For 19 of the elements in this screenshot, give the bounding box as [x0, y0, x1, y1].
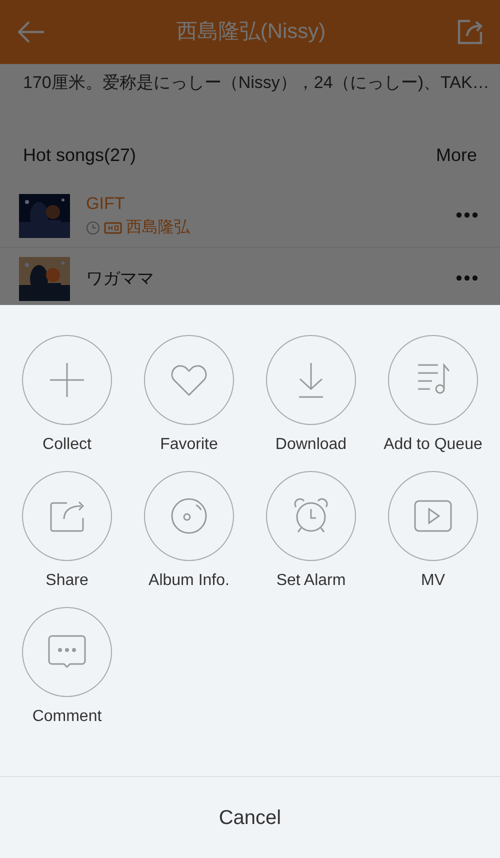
artist-bio: 170厘米。爱称是にっしー（Nissy），24（にっしー)、TAK…	[22, 72, 490, 94]
more-icon[interactable]	[456, 275, 478, 282]
quality-icon	[104, 222, 122, 234]
share-icon	[49, 500, 85, 532]
alarm-clock-icon	[293, 498, 329, 534]
song-title: GIFT	[86, 192, 126, 215]
comment-icon	[48, 635, 86, 669]
heart-icon	[170, 363, 208, 397]
more-link[interactable]: More	[436, 142, 477, 168]
clock-icon	[86, 221, 100, 236]
more-icon[interactable]	[456, 212, 478, 218]
plus-icon	[49, 362, 85, 398]
download-icon	[297, 362, 325, 398]
section-title: Hot songs(27)	[23, 144, 136, 167]
song-title: ワガママ	[86, 268, 155, 290]
play-icon	[414, 500, 452, 532]
disc-icon	[170, 497, 208, 535]
page-title: 西島隆弘(Nissy)	[176, 19, 326, 46]
artist-name: 西島隆弘	[126, 218, 190, 238]
